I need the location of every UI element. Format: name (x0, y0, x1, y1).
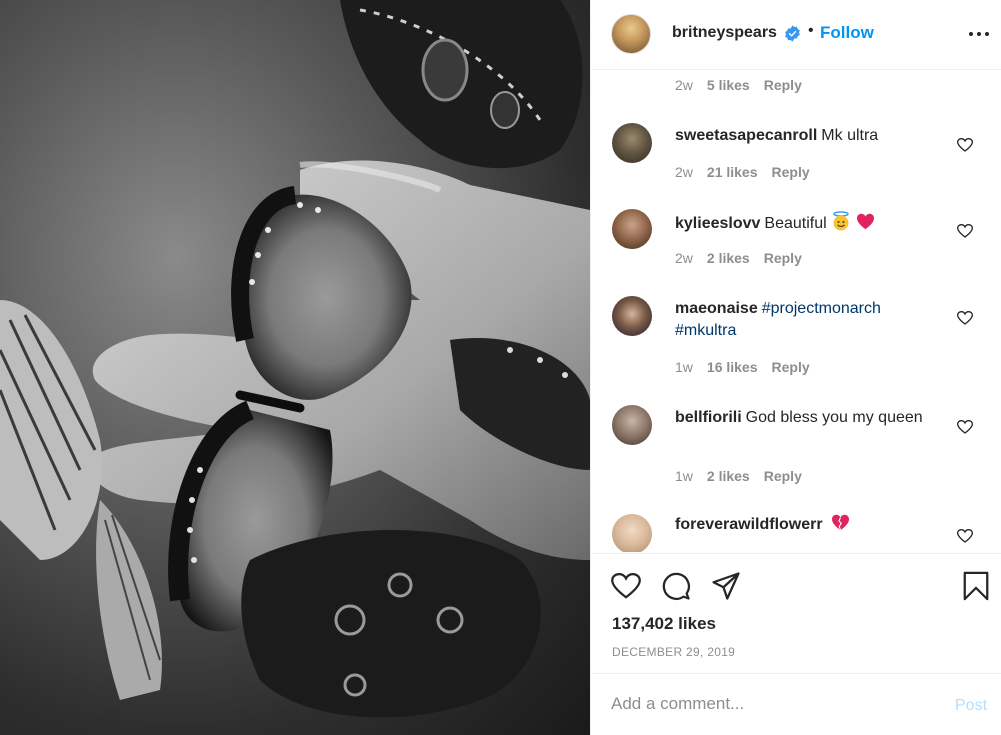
commenter-username[interactable]: sweetasapecanroll (675, 127, 817, 144)
hashtag-link[interactable]: #mkultra (675, 322, 736, 339)
comment-content: Mk ultra (821, 127, 879, 144)
author-avatar[interactable] (611, 14, 651, 54)
angel-face-emoji-icon (833, 211, 849, 231)
comments-list[interactable]: 2w 5 likes Reply sweetasapecanroll Mk ultra… (591, 71, 1001, 552)
heart-icon[interactable] (957, 419, 973, 435)
post-header: britneyspears • Follow (591, 0, 1001, 70)
commenter-username[interactable]: kylieeslovv (675, 215, 760, 232)
red-heart-emoji-icon (856, 213, 874, 230)
comment-likes[interactable]: 16 likes (707, 359, 758, 375)
comment-meta: 2w 5 likes Reply (675, 77, 816, 93)
heart-icon[interactable] (611, 571, 641, 601)
comment-age: 2w (675, 164, 693, 180)
comment-meta: 1w 16 likes Reply (675, 359, 824, 375)
verified-badge-icon (785, 25, 800, 42)
post-date[interactable]: DECEMBER 29, 2019 (612, 645, 735, 659)
comment-likes[interactable]: 5 likes (707, 77, 750, 93)
broken-heart-emoji-icon (832, 514, 850, 531)
comment-likes[interactable]: 2 likes (707, 468, 750, 484)
comment-input[interactable] (611, 694, 931, 714)
comment-age: 1w (675, 359, 693, 375)
likes-count[interactable]: 137,402 likes (612, 614, 716, 634)
commenter-username[interactable]: foreverawildflowerr (675, 516, 823, 533)
hashtag-link[interactable]: #projectmonarch (762, 300, 881, 317)
reply-button[interactable]: Reply (772, 359, 810, 375)
commenter-avatar[interactable] (612, 296, 652, 336)
add-comment-bar: Post (591, 673, 1001, 735)
heart-icon[interactable] (957, 137, 973, 153)
commenter-avatar[interactable] (612, 405, 652, 445)
comment-content: God bless you my queen (745, 409, 923, 426)
heart-icon[interactable] (957, 310, 973, 326)
comment-text: sweetasapecanroll Mk ultra (675, 125, 945, 147)
follow-button[interactable]: Follow (820, 23, 874, 43)
comment-text: foreverawildflowerr (675, 514, 945, 536)
author-username[interactable]: britneyspears (672, 24, 777, 42)
comment-age: 1w (675, 468, 693, 484)
post-image[interactable] (0, 0, 590, 735)
comment-text: kylieeslovv Beautiful (675, 211, 945, 235)
comment-likes[interactable]: 2 likes (707, 250, 750, 266)
more-options-icon[interactable] (967, 26, 991, 42)
reply-button[interactable]: Reply (772, 164, 810, 180)
commenter-avatar[interactable] (612, 209, 652, 249)
reply-button[interactable]: Reply (764, 77, 802, 93)
comment-age: 2w (675, 250, 693, 266)
post-actions: 137,402 likes DECEMBER 29, 2019 (591, 553, 1001, 673)
heart-icon[interactable] (957, 223, 973, 239)
share-icon[interactable] (711, 571, 741, 601)
commenter-username[interactable]: maeonaise (675, 300, 758, 317)
comment-meta: 2w 21 likes Reply (675, 164, 824, 180)
post-side-panel: britneyspears • Follow 2w 5 likes Reply sw… (590, 0, 1001, 735)
comment-text: bellfiorili God bless you my queen (675, 407, 945, 429)
post-comment-button[interactable]: Post (955, 697, 987, 715)
comment-text: maeonaise #projectmonarch #mkultra (675, 298, 945, 342)
comment-likes[interactable]: 21 likes (707, 164, 758, 180)
butterflies-image (0, 0, 590, 718)
reply-button[interactable]: Reply (764, 250, 802, 266)
comment-content: Beautiful (764, 215, 827, 232)
comment-icon[interactable] (661, 571, 691, 601)
bookmark-icon[interactable] (961, 571, 991, 601)
comment-meta: 1w 2 likes Reply (675, 468, 816, 484)
comment-age: 2w (675, 77, 693, 93)
commenter-avatar[interactable] (612, 123, 652, 163)
separator-dot: • (808, 22, 814, 39)
commenter-username[interactable]: bellfiorili (675, 409, 742, 426)
heart-icon[interactable] (957, 528, 973, 544)
commenter-avatar[interactable] (612, 514, 652, 552)
comment-meta: 2w 2 likes Reply (675, 250, 816, 266)
reply-button[interactable]: Reply (764, 468, 802, 484)
